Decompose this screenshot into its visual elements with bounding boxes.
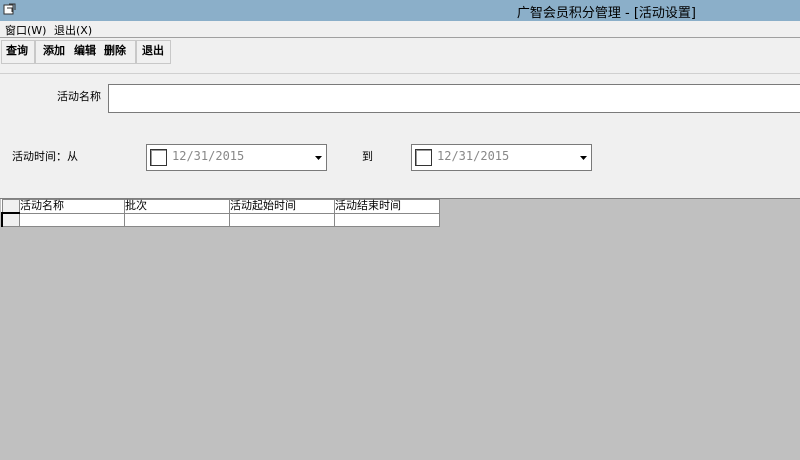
activity-name-input[interactable] [108,84,800,113]
column-header-start-time[interactable]: 活动起始时间 [229,199,335,214]
window-title: 广智会员积分管理 - [活动设置] [516,6,696,21]
row-selector[interactable] [1,212,20,227]
table-cell[interactable] [19,212,125,227]
edit-button[interactable]: 编辑 [74,42,96,58]
chevron-down-icon[interactable] [312,148,325,167]
title-bar: 广智会员积分管理 - [活动设置] [0,0,800,21]
activity-name-label: 活动名称 [57,90,101,103]
add-button[interactable]: 添加 [43,42,65,58]
table-cell[interactable] [124,212,230,227]
grid-corner-header[interactable] [1,199,20,214]
date-from-checkbox[interactable] [150,149,167,166]
menu-exit[interactable]: 退出(X) [54,22,92,38]
results-grid-area: 活动名称 批次 活动起始时间 活动结束时间 [0,198,800,460]
search-form: 活动名称 活动时间：从 12/31/2015 到 12/31/2015 [0,73,800,191]
date-to-label: 到 [362,150,373,163]
delete-button[interactable]: 删除 [104,42,126,58]
app-window-icon[interactable] [3,3,17,17]
chevron-down-icon[interactable] [577,148,590,167]
date-from-value: 12/31/2015 [172,149,245,163]
menu-bar: 窗口(W) 退出(X) [0,21,800,37]
column-header-batch[interactable]: 批次 [124,199,230,214]
column-header-end-time[interactable]: 活动结束时间 [334,199,440,214]
date-to-picker[interactable]: 12/31/2015 [411,144,592,171]
menu-window[interactable]: 窗口(W) [5,22,46,38]
results-grid[interactable]: 活动名称 批次 活动起始时间 活动结束时间 [1,199,440,227]
table-row[interactable] [1,212,440,227]
column-header-activity-name[interactable]: 活动名称 [19,199,125,214]
date-to-checkbox[interactable] [415,149,432,166]
date-from-picker[interactable]: 12/31/2015 [146,144,327,171]
grid-header-row: 活动名称 批次 活动起始时间 活动结束时间 [1,199,440,214]
table-cell[interactable] [229,212,335,227]
activity-time-from-label: 活动时间：从 [12,150,78,163]
date-to-value: 12/31/2015 [437,149,510,163]
exit-button[interactable]: 退出 [142,42,164,58]
table-cell[interactable] [334,212,440,227]
query-button[interactable]: 查询 [6,42,28,58]
toolbar: 查询 添加 编辑 删除 退出 [0,37,800,65]
